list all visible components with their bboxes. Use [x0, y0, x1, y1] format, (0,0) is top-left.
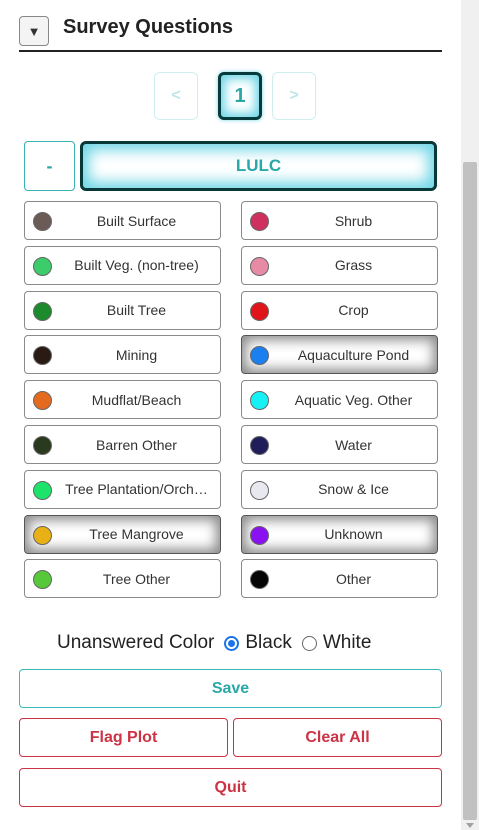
answer-option-button[interactable]: Shrub [241, 201, 438, 240]
answer-option-label: Barren Other [96, 436, 177, 453]
color-swatch-icon [250, 436, 269, 455]
color-swatch-icon [33, 301, 52, 321]
answer-option-label: Tree Other [102, 570, 171, 587]
answer-option-label: Mining [115, 346, 158, 363]
page-title: Survey Questions [63, 16, 234, 38]
color-swatch-icon [33, 346, 52, 366]
answer-option-label: Built Tree [106, 302, 167, 319]
survey-panel: ▼ Survey Questions < 1 > - LULC Built Su… [0, 0, 461, 830]
answer-option-button[interactable]: Tree Plantation/Orch… [24, 469, 221, 509]
answer-option-label: Water [335, 436, 372, 453]
scrollbar-thumb[interactable] [463, 162, 477, 820]
color-swatch-icon [33, 525, 52, 545]
answer-option-label: Aquaculture Pond [297, 346, 410, 363]
flag-plot-button[interactable]: Flag Plot [19, 718, 228, 757]
answer-option-button[interactable]: Built Veg. (non-tree) [24, 245, 221, 285]
answer-option-button[interactable]: Mudflat/Beach [24, 380, 221, 420]
answer-option-label: Tree Plantation/Orch… [65, 481, 208, 498]
answer-option-label: Unknown [324, 526, 383, 543]
color-swatch-icon [250, 391, 269, 411]
current-page-button[interactable]: 1 [218, 72, 262, 120]
answer-option-label: Shrub [334, 212, 373, 229]
answer-option-button[interactable]: Grass [241, 245, 438, 285]
color-swatch-icon [33, 256, 52, 276]
unanswered-color-label: Unanswered Color [57, 632, 215, 653]
answer-option-button[interactable]: Tree Mangrove [24, 514, 221, 554]
answer-option-label: Mudflat/Beach [91, 391, 182, 408]
answer-option-button[interactable]: Unknown [241, 514, 438, 554]
collapse-group-button[interactable]: - [24, 141, 75, 191]
previous-page-button[interactable]: < [154, 72, 198, 120]
white-radio[interactable] [301, 635, 317, 651]
question-group-button[interactable]: LULC [80, 141, 437, 191]
answer-option-button[interactable]: Built Tree [24, 290, 221, 330]
color-swatch-icon [250, 256, 269, 276]
answer-option-button[interactable]: Tree Other [24, 559, 221, 599]
color-swatch-icon [33, 570, 52, 590]
answer-option-button[interactable]: Other [241, 559, 438, 599]
color-swatch-icon [250, 570, 269, 590]
answer-option-button[interactable]: Built Surface [24, 201, 221, 240]
answer-option-label: Built Veg. (non-tree) [74, 257, 199, 274]
answer-option-label: Grass [334, 257, 373, 274]
answer-option-button[interactable]: Snow & Ice [241, 469, 438, 509]
color-swatch-icon [33, 480, 52, 500]
answer-option-label: Snow & Ice [318, 481, 389, 498]
answer-option-button[interactable]: Aquaculture Pond [241, 335, 438, 375]
chevron-down-icon: ▼ [27, 23, 41, 39]
question-group-row: - LULC [24, 141, 437, 191]
answer-option-label: Built Surface [96, 212, 177, 229]
collapse-toggle-button[interactable]: ▼ [19, 16, 49, 46]
white-radio-label[interactable]: White [323, 632, 372, 654]
color-swatch-icon [250, 346, 269, 366]
color-swatch-icon [33, 391, 52, 411]
black-radio-label[interactable]: Black [245, 632, 291, 654]
color-swatch-icon [250, 525, 269, 545]
survey-header: ▼ Survey Questions [19, 10, 442, 52]
clear-all-button[interactable]: Clear All [233, 718, 442, 757]
answer-option-label: Aquatic Veg. Other [294, 391, 413, 408]
color-swatch-icon [250, 301, 269, 321]
save-button[interactable]: Save [19, 669, 442, 708]
color-swatch-icon [33, 436, 52, 455]
answer-option-label: Crop [338, 302, 369, 319]
answer-option-label: Tree Mangrove [89, 526, 184, 543]
answer-option-button[interactable]: Aquatic Veg. Other [241, 380, 438, 420]
answer-option-button[interactable]: Crop [241, 290, 438, 330]
black-radio[interactable] [224, 635, 240, 651]
answer-option-button[interactable]: Barren Other [24, 425, 221, 464]
unanswered-color-control: Unanswered Color Black White [57, 632, 371, 654]
vertical-scrollbar[interactable] [461, 0, 479, 830]
scroll-down-arrow-icon[interactable] [466, 823, 474, 828]
quit-button[interactable]: Quit [19, 768, 442, 807]
answer-option-button[interactable]: Water [241, 425, 438, 464]
color-swatch-icon [33, 212, 52, 231]
color-swatch-icon [250, 480, 269, 500]
answer-option-label: Other [335, 570, 371, 587]
next-page-button[interactable]: > [272, 72, 316, 120]
answer-option-button[interactable]: Mining [24, 335, 221, 375]
color-swatch-icon [250, 212, 269, 231]
